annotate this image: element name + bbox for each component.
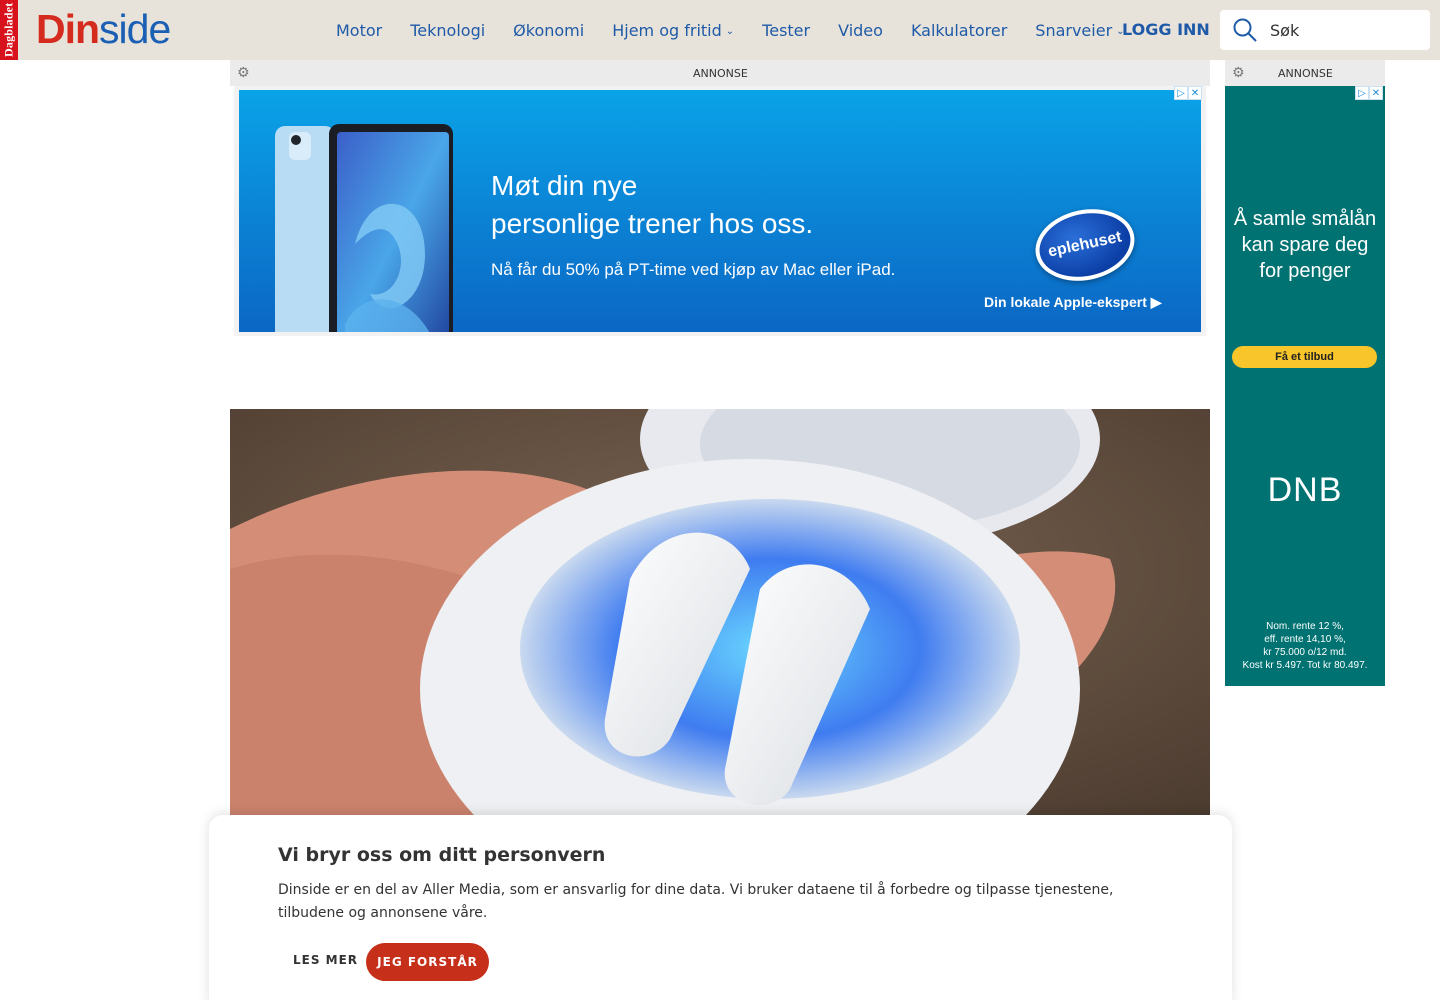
- nav-label: Motor: [336, 20, 383, 40]
- accept-button[interactable]: JEG FORSTÅR: [366, 943, 489, 981]
- gear-icon[interactable]: ⚙: [237, 65, 250, 81]
- side-ad-headline: Å samle smålån kan spare deg for penger: [1225, 206, 1385, 284]
- dnb-logo: DNB: [1267, 471, 1343, 509]
- nav-label: Hjem og fritid: [612, 20, 722, 40]
- nav-item-snarveier[interactable]: Snarveier ⌄: [1035, 21, 1124, 40]
- ad-cta-link[interactable]: Din lokale Apple-ekspert ▶: [984, 294, 1162, 311]
- fine-print-line: Kost kr 5.497. Tot kr 80.497.: [1242, 660, 1368, 671]
- nav-item-kalkulatorer[interactable]: Kalkulatorer: [911, 21, 1007, 40]
- nav-label: Tester: [762, 20, 811, 40]
- nav-label: Video: [838, 20, 883, 40]
- eplehuset-logo: eplehuset: [1028, 200, 1142, 290]
- read-more-button[interactable]: LES MER: [293, 953, 358, 967]
- nav-item-tester[interactable]: Tester: [762, 21, 810, 40]
- nav-item-motor[interactable]: Motor: [336, 21, 382, 40]
- side-ad-headline-line: for penger: [1259, 260, 1351, 282]
- ad-label: ANNONSE: [693, 67, 748, 80]
- article-hero-image[interactable]: [230, 409, 1210, 815]
- eplehuset-logo-text: eplehuset: [1046, 228, 1124, 261]
- side-ad-fine-print: Nom. rente 12 %, eff. rente 14,10 %, kr …: [1225, 620, 1385, 672]
- fine-print-line: eff. rente 14,10 %,: [1264, 634, 1346, 645]
- adchoices-icon[interactable]: ▷ ✕: [1174, 86, 1202, 100]
- ad-headline-line1: Møt din nye: [491, 170, 638, 201]
- nav-label: Teknologi: [410, 20, 486, 40]
- ad-label: ANNONSE: [1278, 67, 1333, 80]
- main-nav: Motor Teknologi Økonomi Hjem og fritid ⌄ …: [336, 0, 1153, 60]
- gear-icon[interactable]: ⚙: [1232, 65, 1245, 81]
- nav-label: Økonomi: [513, 20, 585, 40]
- consent-dialog: Vi bryr oss om ditt personvern Dinside e…: [209, 815, 1232, 1000]
- search-box[interactable]: [1220, 10, 1430, 50]
- fine-print-line: kr 75.000 o/12 md.: [1263, 647, 1347, 658]
- nav-item-video[interactable]: Video: [838, 21, 883, 40]
- get-offer-button[interactable]: Få et tilbud: [1232, 346, 1377, 368]
- fine-print-line: Nom. rente 12 %,: [1266, 621, 1344, 632]
- ad-headline-line2: personlige trener hos oss.: [491, 208, 814, 239]
- login-link[interactable]: LOGG INN: [1122, 20, 1210, 39]
- logo-din: Din: [36, 6, 100, 52]
- dagbladet-brand-strip[interactable]: Dagbladet: [0, 0, 18, 60]
- search-icon[interactable]: [1232, 17, 1258, 43]
- nav-item-okonomi[interactable]: Økonomi: [513, 21, 584, 40]
- nav-item-hjem-og-fritid[interactable]: Hjem og fritid ⌄: [612, 21, 734, 40]
- consent-body: Dinside er en del av Aller Media, som er…: [278, 882, 1114, 921]
- nav-label: Snarveier: [1035, 20, 1113, 40]
- chevron-down-icon: ⌄: [725, 25, 735, 37]
- site-header: Dagbladet Dinside Motor Teknologi Økonom…: [0, 0, 1440, 60]
- ipad-image: [275, 124, 453, 332]
- consent-title: Vi bryr oss om ditt personvern: [278, 844, 606, 866]
- search-input[interactable]: [1270, 20, 1420, 40]
- logo-side: side: [99, 6, 171, 52]
- side-ad-headline-line: Å samle smålån: [1233, 208, 1377, 230]
- ad-subline: Nå får du 50% på PT-time ved kjøp av Mac…: [491, 260, 896, 279]
- side-skyscraper-ad[interactable]: Å samle smålån kan spare deg for penger …: [1225, 86, 1385, 686]
- site-logo[interactable]: Dinside: [36, 6, 171, 52]
- adchoices-icon[interactable]: ▷ ✕: [1355, 86, 1383, 100]
- side-ad-headline-line: kan spare deg: [1241, 234, 1369, 256]
- earbuds-photo: [230, 409, 1210, 815]
- top-banner-ad[interactable]: Møt din nye personlige trener hos oss. N…: [239, 90, 1201, 332]
- nav-item-teknologi[interactable]: Teknologi: [410, 21, 485, 40]
- nav-label: Kalkulatorer: [910, 20, 1008, 40]
